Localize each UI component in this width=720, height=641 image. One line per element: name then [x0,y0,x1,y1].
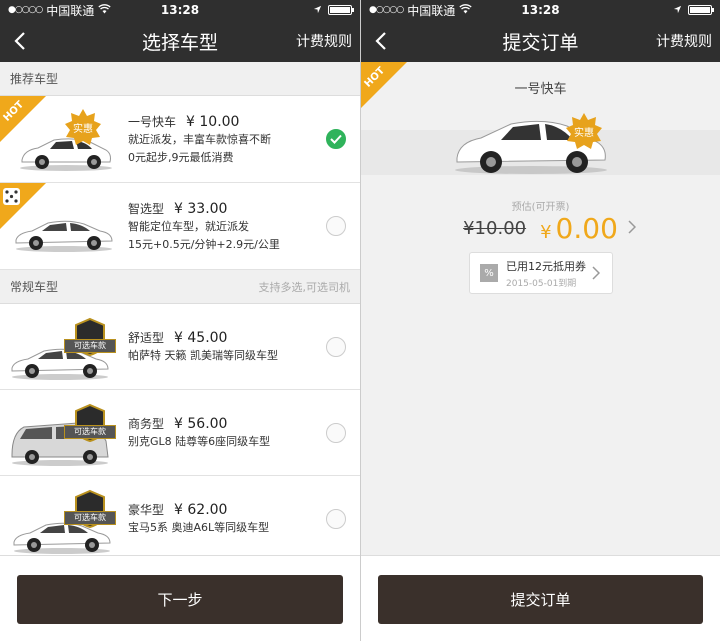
estimate-label: 预估(可开票) [511,202,570,213]
car-option-luxury[interactable]: 可选车款 豪华型 ¥ 62.00 宝马5系 奥迪A6L等同级车型 [0,476,360,562]
select-radio[interactable] [326,336,346,357]
chevron-left-icon [14,32,25,50]
location-arrow-icon [673,3,682,17]
back-button[interactable] [361,20,401,62]
car-desc: 宝马5系 奥迪A6L等同级车型 [128,521,270,534]
signal-icon: ●○○○○ [8,5,43,15]
bottom-bar: 下一步 [0,555,360,641]
chevron-right-icon [592,266,600,280]
car-desc: 别克GL8 陆尊等6座同级车型 [128,435,271,448]
select-car-screen: ●○○○○ 中国联通 13:28 选择车型 计费规则 推荐车型 HOT 实惠 一… [0,0,360,641]
signal-icon: ●○○○○ [369,5,404,15]
pricing-rules-link[interactable]: 计费规则 [296,31,352,51]
bottom-bar: 提交订单 [361,555,720,641]
selectable-model-badge: 可选车款 [64,489,116,533]
original-price: ¥10.00 [463,218,527,239]
carrier-label: 中国联通 [46,3,95,18]
select-radio[interactable] [326,508,346,529]
multi-select-hint: 支持多选,可选司机 [258,280,351,294]
car-price: ¥ 62.00 [174,502,228,518]
checkmark-icon [330,134,342,144]
car-price: ¥ 45.00 [174,330,228,346]
selected-car-name: 一号快车 [514,82,567,97]
back-button[interactable] [0,20,40,62]
car-desc: 就近派发，丰富车款惊喜不断 [128,132,271,146]
car-price: ¥ 56.00 [174,416,228,432]
submit-order-screen: ●○○○○ 中国联通 13:28 提交订单 计费规则 HOT 一号快车 实惠 预… [360,0,720,641]
dice-icon [3,187,20,205]
price-line[interactable]: ¥10.00 ¥0.00 [361,212,720,245]
nav-bar: 选择车型 计费规则 [0,20,360,62]
white-sedan-car-image [15,220,113,252]
battery-icon [328,5,354,15]
next-button[interactable]: 下一步 [17,575,343,624]
car-desc-pricing: 0元起步,9元最低消费 [128,150,234,164]
car-name: 商务型 [128,417,165,431]
coupon-title: 已用12元抵用券 [506,259,586,273]
chevron-right-icon[interactable] [628,220,636,234]
wifi-icon [459,3,472,17]
value-badge: 实惠 [64,108,102,146]
regular-label: 常规车型 [10,280,59,294]
coupon-expiry: 2015-05-01到期 [506,278,577,289]
battery-icon [688,5,714,15]
car-name: 舒适型 [128,331,165,345]
nav-bar: 提交订单 计费规则 [361,20,720,62]
recommended-label: 推荐车型 [10,72,59,86]
car-desc: 智能定位车型，就近派发 [128,219,249,233]
recommended-section-header: 推荐车型 [0,62,360,96]
coupon-icon: % [480,264,498,282]
pricing-rules-link[interactable]: 计费规则 [656,31,712,51]
car-name: 智选型 [128,201,165,216]
car-name: 豪华型 [128,503,165,517]
wifi-icon [98,3,111,17]
selectable-model-badge: 可选车款 [64,403,116,447]
status-bar: ●○○○○ 中国联通 13:28 [0,0,360,20]
chevron-left-icon [375,32,386,50]
selected-checkbox[interactable] [326,129,346,149]
status-bar: ●○○○○ 中国联通 13:28 [361,0,720,20]
car-price: ¥ 33.00 [174,200,228,217]
car-desc: 帕萨特 天籁 凯美瑞等同级车型 [128,349,278,362]
location-arrow-icon [313,3,322,17]
car-option-comfort[interactable]: 可选车款 舒适型 ¥ 45.00 帕萨特 天籁 凯美瑞等同级车型 [0,304,360,390]
car-option-business[interactable]: 可选车款 商务型 ¥ 56.00 别克GL8 陆尊等6座同级车型 [0,390,360,476]
car-price: ¥ 10.00 [186,113,240,130]
final-price: ¥0.00 [540,212,618,245]
car-option-express[interactable]: HOT 实惠 一号快车 ¥ 10.00 就近派发，丰富车款惊喜不断 0元起步,9… [0,95,360,183]
submit-order-button[interactable]: 提交订单 [378,575,703,624]
value-badge: 实惠 [565,112,603,150]
currency-symbol: ¥ [540,222,552,243]
car-name: 一号快车 [128,114,177,129]
car-desc-pricing: 15元+0.5元/分钟+2.9元/公里 [128,237,280,251]
car-option-smart[interactable]: 智选型 ¥ 33.00 智能定位车型，就近派发 15元+0.5元/分钟+2.9元… [0,182,360,270]
final-price-value: 0.00 [555,212,618,245]
select-radio[interactable] [326,422,346,443]
carrier-label: 中国联通 [407,3,456,18]
regular-section-header: 常规车型 支持多选,可选司机 [0,270,360,304]
select-radio[interactable] [326,216,346,236]
selectable-model-badge: 可选车款 [64,317,116,361]
coupon-card[interactable]: % 已用12元抵用券 2015-05-01到期 [469,252,613,294]
